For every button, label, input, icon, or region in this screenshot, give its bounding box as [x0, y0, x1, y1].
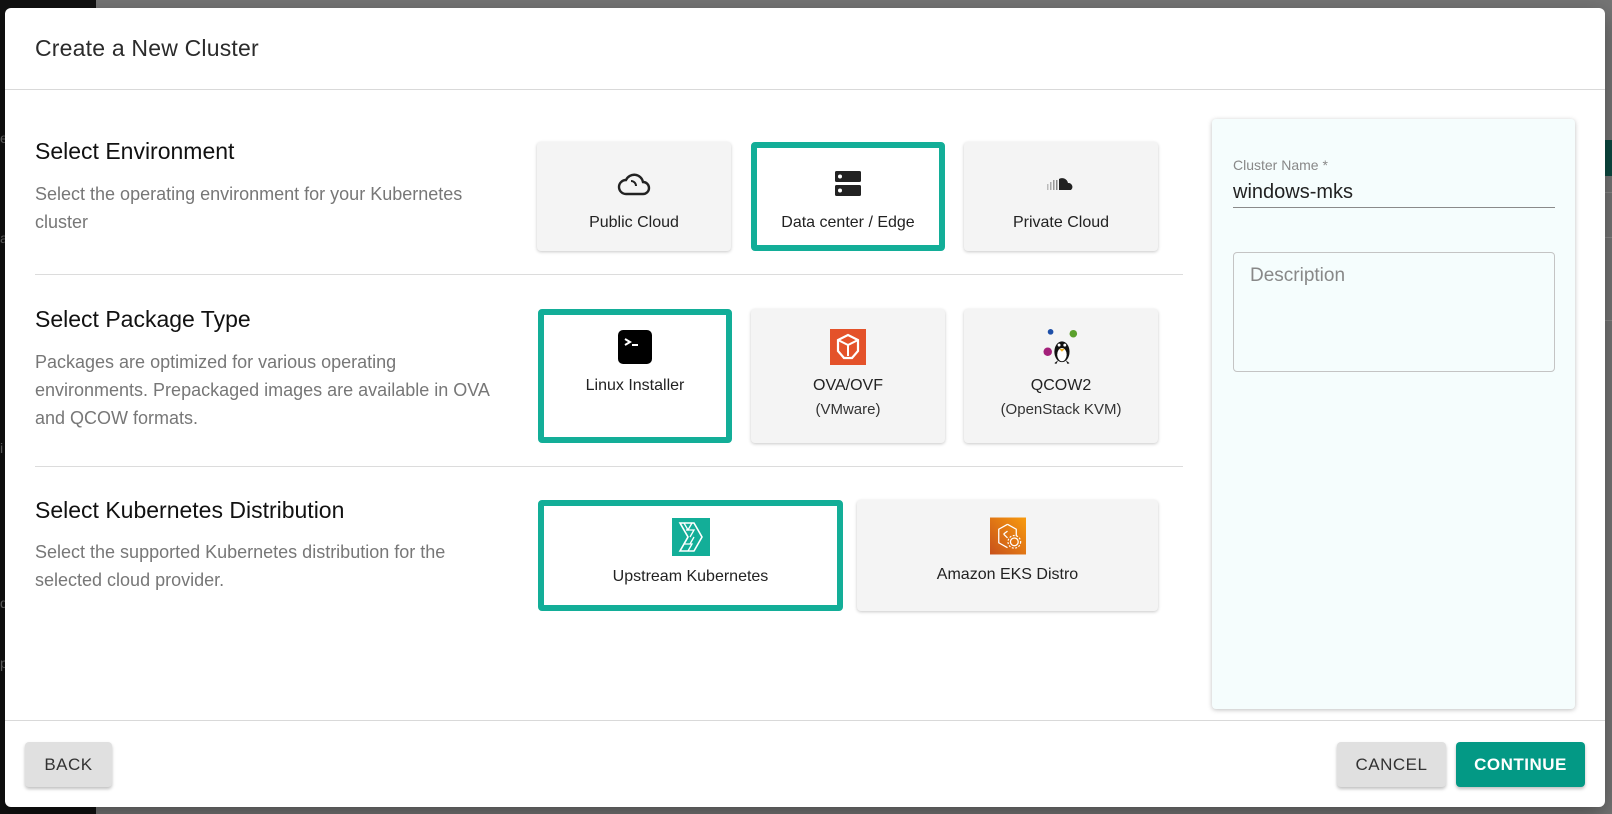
option-upstream-kubernetes[interactable]: Upstream Kubernetes: [538, 500, 843, 611]
option-public-cloud[interactable]: Public Cloud: [537, 142, 731, 251]
option-label: Upstream Kubernetes: [612, 568, 769, 585]
dialog-title: Create a New Cluster: [35, 35, 259, 61]
tux-juggling-icon: [1043, 329, 1079, 365]
cancel-button[interactable]: CANCEL: [1337, 742, 1446, 787]
background-divider: [1605, 237, 1612, 238]
option-label: Public Cloud: [589, 214, 679, 231]
section-description-environment: Select the operating environment for you…: [35, 184, 463, 232]
option-private-cloud[interactable]: Private Cloud: [964, 142, 1158, 251]
option-amazon-eks-distro[interactable]: Amazon EKS Distro: [857, 500, 1158, 611]
section-title-k8s-distribution: Select Kubernetes Distribution: [35, 497, 345, 523]
cluster-details-panel: Cluster Name *: [1212, 119, 1575, 709]
kubernetes-upstream-icon: [671, 518, 710, 556]
section-divider: [35, 274, 1183, 275]
soundcloud-icon: [1043, 166, 1079, 202]
option-ova-ovf[interactable]: OVA/OVF (VMware): [751, 309, 945, 443]
terminal-icon: [617, 329, 653, 365]
cluster-name-input[interactable]: [1233, 177, 1555, 208]
option-sublabel: (VMware): [815, 401, 881, 418]
option-qcow2[interactable]: QCOW2 (OpenStack KVM): [964, 309, 1158, 443]
description-textarea[interactable]: [1233, 252, 1555, 372]
option-sublabel: (OpenStack KVM): [1000, 401, 1122, 418]
option-label: OVA/OVF: [813, 377, 883, 394]
server-icon: [830, 166, 866, 202]
cluster-name-label: Cluster Name *: [1233, 157, 1328, 173]
virtualbox-icon: [830, 329, 866, 365]
option-label: Amazon EKS Distro: [936, 566, 1079, 583]
section-description-k8s-distribution: Select the supported Kubernetes distribu…: [35, 542, 446, 590]
background-divider: [1605, 192, 1612, 193]
option-label: QCOW2: [1030, 377, 1092, 394]
background-text: i: [0, 440, 4, 456]
section-description-package-type: Packages are optimized for various opera…: [35, 352, 489, 428]
continue-button[interactable]: CONTINUE: [1456, 742, 1585, 787]
option-label: Private Cloud: [1012, 214, 1110, 231]
option-data-center-edge[interactable]: Data center / Edge: [751, 142, 945, 251]
background-divider: [1605, 320, 1612, 321]
section-title-environment: Select Environment: [35, 138, 235, 164]
option-linux-installer[interactable]: Linux Installer: [538, 309, 732, 443]
eks-distro-icon: [989, 517, 1026, 555]
create-cluster-dialog: Create a New Cluster Select Environment …: [5, 8, 1605, 807]
background-button-edge: [1605, 140, 1612, 176]
option-label: Data center / Edge: [781, 214, 915, 231]
back-button[interactable]: BACK: [25, 742, 112, 787]
section-divider: [35, 466, 1183, 467]
footer-divider: [5, 720, 1605, 721]
dialog-header: Create a New Cluster: [5, 8, 1605, 90]
section-title-package-type: Select Package Type: [35, 306, 251, 332]
option-label: Linux Installer: [585, 377, 685, 394]
cloud-outline-icon: [616, 166, 652, 202]
